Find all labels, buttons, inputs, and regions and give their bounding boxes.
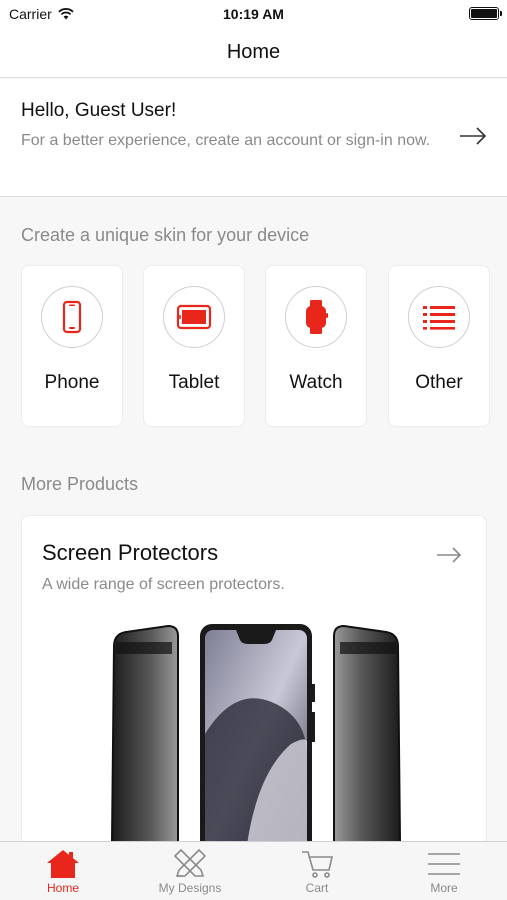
page-title: Home	[226, 41, 281, 63]
tab-label: My Designs	[158, 881, 222, 895]
watch-icon	[306, 300, 328, 334]
list-icon	[423, 306, 455, 330]
device-label: Tablet	[168, 372, 220, 393]
designs-icon	[173, 848, 207, 877]
device-grid: Phone Tablet Watch Other	[21, 265, 490, 427]
tab-my-designs[interactable]: My Designs	[127, 842, 253, 900]
tab-label: More	[430, 881, 458, 895]
navigation-bar: Home	[0, 28, 507, 78]
tablet-icon	[176, 304, 212, 330]
home-icon	[47, 850, 79, 878]
device-label: Phone	[44, 372, 100, 393]
device-label: Watch	[289, 372, 343, 393]
greeting-title: Hello, Guest User!	[21, 100, 177, 121]
battery-icon	[469, 7, 502, 20]
phone-icon	[62, 300, 82, 334]
tab-bar: Home My Designs Cart More	[0, 841, 507, 900]
tab-cart[interactable]: Cart	[254, 842, 380, 900]
arrow-right-icon[interactable]	[436, 546, 462, 564]
device-icon-circle	[163, 286, 225, 348]
arrow-right-icon[interactable]	[459, 126, 487, 146]
screen-protector-phones-image	[110, 624, 402, 844]
tab-home[interactable]: Home	[0, 842, 126, 900]
tab-label: Cart	[305, 881, 329, 895]
skin-section-title: Create a unique skin for your device	[21, 225, 310, 245]
status-bar: Carrier 10:19 AM	[0, 0, 507, 28]
tab-more[interactable]: More	[381, 842, 507, 900]
device-icon-circle	[285, 286, 347, 348]
device-card-other[interactable]: Other	[388, 265, 490, 427]
screen-protectors-card[interactable]: Screen Protectors A wide range of screen…	[21, 515, 487, 845]
greeting-subtitle: For a better experience, create an accou…	[21, 132, 431, 149]
product-card-title: Screen Protectors	[42, 540, 219, 565]
status-time: 10:19 AM	[223, 6, 284, 22]
sign-in-banner[interactable]: Hello, Guest User! For a better experien…	[0, 79, 507, 197]
device-icon-circle	[41, 286, 103, 348]
device-card-tablet[interactable]: Tablet	[143, 265, 245, 427]
cart-icon	[302, 851, 334, 878]
device-label: Other	[415, 372, 463, 393]
menu-icon	[428, 853, 460, 875]
more-products-title: More Products	[21, 474, 139, 494]
device-card-phone[interactable]: Phone	[21, 265, 123, 427]
tab-label: Home	[46, 881, 79, 895]
product-card-subtitle: A wide range of screen protectors.	[42, 576, 285, 593]
device-icon-circle	[408, 286, 470, 348]
device-card-watch[interactable]: Watch	[265, 265, 367, 427]
